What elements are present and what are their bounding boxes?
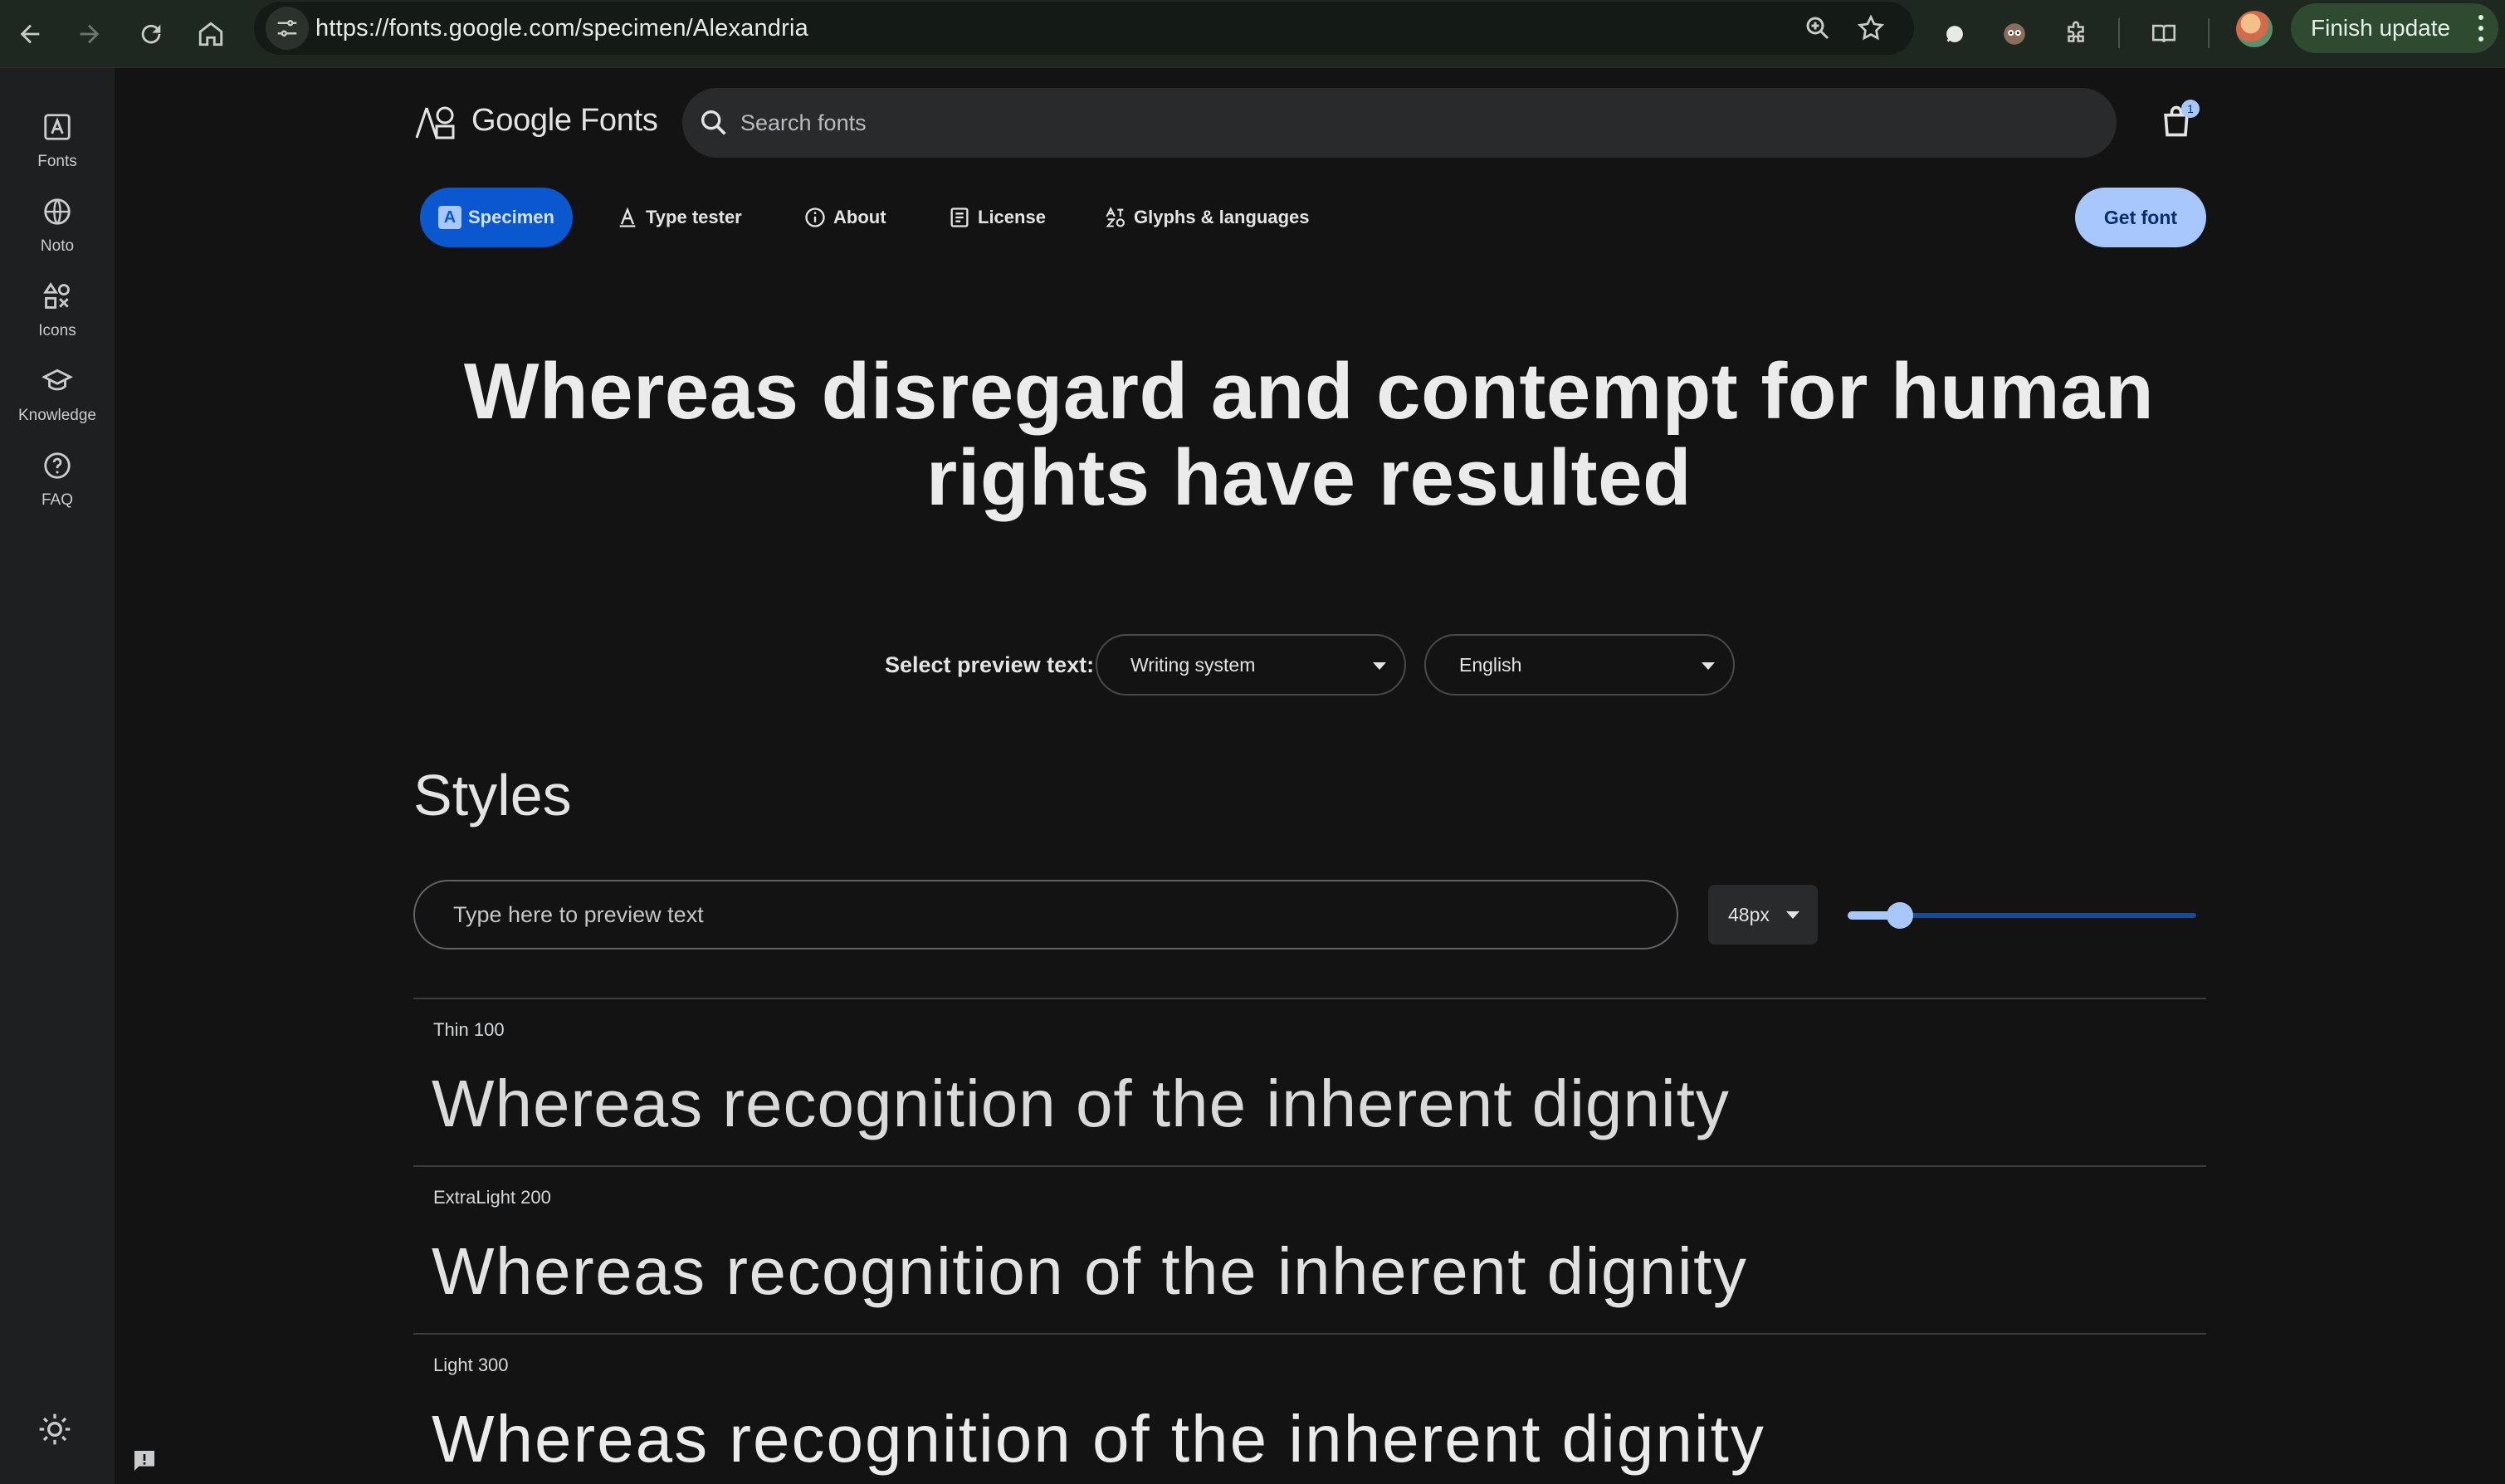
site-info-button[interactable] [266, 7, 309, 50]
finish-update-button[interactable]: Finish update [2291, 3, 2498, 53]
extension-chat-button[interactable] [1934, 13, 1975, 55]
mascot-icon [2004, 23, 2025, 45]
nav-rail: Fonts Noto Icons Knowledge FAQ [0, 68, 115, 1484]
style-sample-text[interactable]: Whereas recognition of the inherent dign… [432, 1233, 1747, 1310]
rail-item-fonts[interactable]: Fonts [0, 105, 115, 184]
writing-system-value: Writing system [1130, 653, 1256, 676]
style-name: ExtraLight 200 [433, 1187, 551, 1208]
zoom-icon[interactable] [1803, 13, 1833, 43]
style-row-thin-100: Thin 100 Whereas recognition of the inhe… [413, 998, 2206, 1165]
reload-icon [141, 24, 161, 44]
rail-item-label: Knowledge [17, 407, 97, 424]
arrow-left-icon [20, 24, 40, 44]
arrow-right-icon [80, 24, 100, 44]
style-name: Thin 100 [433, 1019, 505, 1040]
kebab-menu-icon [2478, 15, 2483, 41]
rail-item-label: Icons [38, 322, 76, 339]
reload-button[interactable] [128, 11, 174, 57]
preview-text-label: Select preview text: [885, 652, 1095, 677]
language-value: English [1459, 653, 1522, 676]
shapes-icon [43, 282, 70, 309]
bag-count-badge: 1 [2181, 100, 2200, 118]
style-row-extralight-200: ExtraLight 200 Whereas recognition of th… [413, 1165, 2206, 1333]
tune-icon [277, 20, 297, 37]
hero-line-1: Whereas disregard and contempt for human [463, 347, 2155, 436]
slider-thumb[interactable] [1887, 902, 1913, 929]
profile-avatar[interactable] [2236, 11, 2273, 47]
font-size-slider[interactable] [1848, 901, 2196, 930]
toolbar-divider [2118, 18, 2120, 48]
font-size-value: 48px [1728, 903, 1770, 925]
search-icon [701, 110, 726, 135]
rail-item-label: Fonts [37, 153, 77, 170]
feedback-icon[interactable] [131, 1447, 158, 1474]
tab-label: About [833, 207, 886, 227]
graduation-cap-icon [42, 369, 73, 391]
style-sample-text[interactable]: Whereas recognition of the inherent dign… [432, 1066, 1730, 1142]
language-select[interactable]: English [1424, 634, 1735, 696]
search-input[interactable] [740, 88, 2068, 158]
caret-down-icon [1786, 911, 1799, 919]
tab-label: Type tester [646, 207, 742, 227]
writing-system-select[interactable]: Writing system [1096, 634, 1406, 696]
hero-line-2: rights have resulted [925, 433, 1692, 522]
extensions-button[interactable] [2055, 13, 2097, 55]
styles-heading: Styles [413, 763, 572, 827]
style-row-light-300: Light 300 Whereas recognition of the inh… [413, 1333, 2206, 1484]
tab-label: Specimen [468, 207, 554, 227]
info-icon [805, 207, 825, 227]
tab-label: Glyphs & languages [1134, 207, 1310, 227]
tab-specimen[interactable]: A Specimen [420, 188, 573, 247]
style-sample-text[interactable]: Whereas recognition of the inherent dign… [432, 1401, 1765, 1477]
reading-list-button[interactable] [2143, 13, 2185, 55]
caret-down-icon [1373, 662, 1386, 670]
style-name: Light 300 [433, 1355, 509, 1375]
rail-item-label: Noto [40, 237, 75, 255]
bookmark-star-icon[interactable] [1856, 13, 1886, 43]
get-font-button[interactable]: Get font [2075, 188, 2206, 247]
rail-item-knowledge[interactable]: Knowledge [0, 359, 115, 438]
url-text: https://fonts.google.com/specimen/Alexan… [315, 15, 808, 41]
address-bar[interactable]: https://fonts.google.com/specimen/Alexan… [254, 2, 1914, 55]
extension-mascot-button[interactable] [1994, 13, 2035, 55]
rail-item-label: FAQ [41, 491, 73, 509]
app-title[interactable]: Google Fonts [471, 103, 658, 139]
tab-license[interactable]: License [948, 188, 1046, 247]
specimen-icon: A [438, 206, 461, 229]
rail-item-icons[interactable]: Icons [0, 274, 115, 354]
license-icon [950, 207, 969, 227]
home-icon [198, 22, 223, 46]
type-tester-icon [619, 207, 636, 227]
tab-type-tester[interactable]: Type tester [616, 188, 742, 247]
google-fonts-logo-icon [415, 106, 455, 139]
puzzle-icon [2068, 21, 2084, 42]
tab-about[interactable]: About [803, 188, 886, 247]
help-circle-icon [44, 452, 71, 479]
theme-toggle-icon[interactable] [37, 1411, 73, 1447]
home-button[interactable] [188, 11, 234, 57]
search-bar[interactable] [682, 88, 2117, 158]
browser-toolbar: https://fonts.google.com/specimen/Alexan… [0, 0, 2505, 68]
finish-update-label: Finish update [2311, 15, 2451, 41]
tab-glyphs-languages[interactable]: Glyphs & languages [1104, 188, 1310, 247]
hero-preview-text: Whereas disregard and contempt for human… [448, 349, 2170, 521]
rail-item-noto[interactable]: Noto [0, 189, 115, 269]
tab-label: License [978, 207, 1046, 227]
glyphs-icon [1106, 207, 1125, 227]
caret-down-icon [1702, 662, 1715, 670]
forward-button[interactable] [66, 11, 113, 57]
fonts-icon [44, 114, 71, 140]
reading-mode-icon [2151, 24, 2176, 43]
globe-icon [44, 198, 71, 225]
font-size-select[interactable]: 48px [1708, 885, 1818, 945]
chat-bubble-icon [1946, 26, 1963, 42]
toolbar-divider [2208, 18, 2210, 48]
back-button[interactable] [7, 11, 53, 57]
preview-text-input[interactable] [413, 880, 1678, 949]
rail-item-faq[interactable]: FAQ [0, 443, 115, 523]
